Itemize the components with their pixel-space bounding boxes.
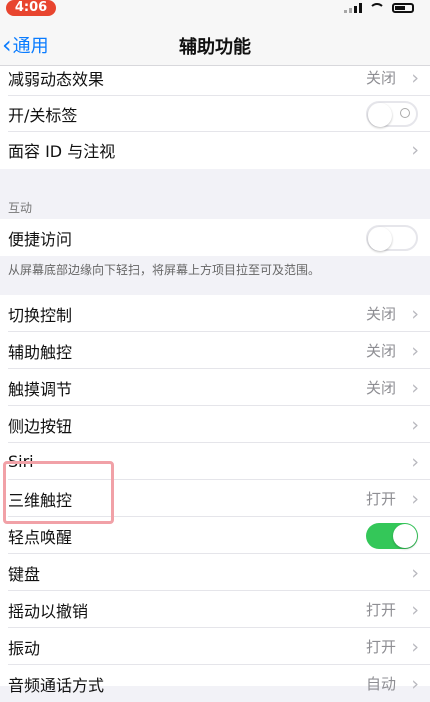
settings-group-interaction: 便捷访问 bbox=[0, 219, 430, 256]
reachability-toggle[interactable] bbox=[366, 224, 418, 251]
row-label: 摇动以撤销 bbox=[8, 601, 89, 621]
chevron-right-icon: › bbox=[411, 450, 419, 473]
row-value: 关闭 bbox=[365, 342, 396, 360]
chevron-right-icon: › bbox=[411, 598, 419, 621]
status-icons bbox=[344, 3, 414, 13]
row-label: 键盘 bbox=[8, 564, 41, 584]
row-label: 辅助触控 bbox=[8, 342, 73, 362]
row-assistive-touch[interactable]: 辅助触控 关闭 › bbox=[0, 332, 430, 369]
battery-icon bbox=[392, 3, 414, 13]
section-header-interaction: 互动 bbox=[8, 201, 33, 215]
row-keyboard[interactable]: 键盘 › bbox=[0, 554, 430, 591]
wifi-icon bbox=[369, 3, 385, 13]
row-label: 侧边按钮 bbox=[8, 416, 73, 436]
row-touch-accommodations[interactable]: 触摸调节 关闭 › bbox=[0, 369, 430, 406]
cellular-signal-icon bbox=[344, 3, 362, 13]
row-reachability[interactable]: 便捷访问 bbox=[0, 219, 430, 256]
row-shake-to-undo[interactable]: 摇动以撤销 打开 › bbox=[0, 591, 430, 628]
chevron-right-icon: › bbox=[411, 302, 419, 325]
row-label: 音频通话方式 bbox=[8, 675, 105, 695]
chevron-right-icon: › bbox=[411, 672, 419, 695]
chevron-right-icon: › bbox=[411, 376, 419, 399]
row-call-audio-routing[interactable]: 音频通话方式 自动 › bbox=[0, 665, 430, 702]
row-label: 开/关标签 bbox=[8, 105, 78, 125]
row-value: 关闭 bbox=[365, 379, 396, 397]
chevron-right-icon: › bbox=[411, 413, 419, 436]
status-time: 4:06 bbox=[6, 0, 56, 16]
row-side-button[interactable]: 侧边按钮 › bbox=[0, 406, 430, 443]
chevron-right-icon: › bbox=[411, 487, 419, 510]
row-label: 切换控制 bbox=[8, 305, 73, 325]
row-vibration[interactable]: 振动 打开 › bbox=[0, 628, 430, 665]
row-label: 便捷访问 bbox=[8, 229, 73, 249]
page-title: 辅助功能 bbox=[179, 37, 251, 58]
chevron-right-icon: › bbox=[411, 339, 419, 362]
row-value: 打开 bbox=[365, 638, 396, 656]
row-label: 振动 bbox=[8, 638, 41, 658]
chevron-right-icon: › bbox=[411, 635, 419, 658]
tap-to-wake-toggle[interactable] bbox=[366, 522, 418, 549]
row-switch-control[interactable]: 切换控制 关闭 › bbox=[0, 295, 430, 332]
reachability-footer-note: 从屏幕底部边缘向下轻扫，将屏幕上方项目拉至可及范围。 bbox=[8, 263, 321, 277]
chevron-right-icon: › bbox=[411, 138, 419, 161]
status-bar: 4:06 bbox=[0, 0, 430, 20]
off-label-icon bbox=[400, 107, 410, 118]
row-reduce-motion[interactable]: 减弱动态效果 关闭 › bbox=[0, 59, 430, 96]
row-label: 面容 ID 与注视 bbox=[8, 141, 116, 161]
chevron-right-icon: › bbox=[411, 66, 419, 89]
row-label: 触摸调节 bbox=[8, 379, 73, 399]
settings-group-vision: 减弱动态效果 关闭 › 开/关标签 面容 ID 与注视 › bbox=[0, 66, 430, 169]
chevron-right-icon: › bbox=[411, 561, 419, 584]
onoff-labels-toggle[interactable] bbox=[366, 100, 418, 127]
row-label: 减弱动态效果 bbox=[8, 69, 105, 89]
row-label: 轻点唤醒 bbox=[8, 527, 73, 547]
highlight-box-3d-touch bbox=[3, 461, 114, 524]
row-value: 打开 bbox=[365, 490, 396, 508]
row-value: 关闭 bbox=[365, 69, 396, 87]
row-value: 关闭 bbox=[365, 305, 396, 323]
row-onoff-labels[interactable]: 开/关标签 bbox=[0, 95, 430, 132]
row-value: 打开 bbox=[365, 601, 396, 619]
row-value: 自动 bbox=[365, 675, 396, 693]
row-face-id-attention[interactable]: 面容 ID 与注视 › bbox=[0, 131, 430, 168]
